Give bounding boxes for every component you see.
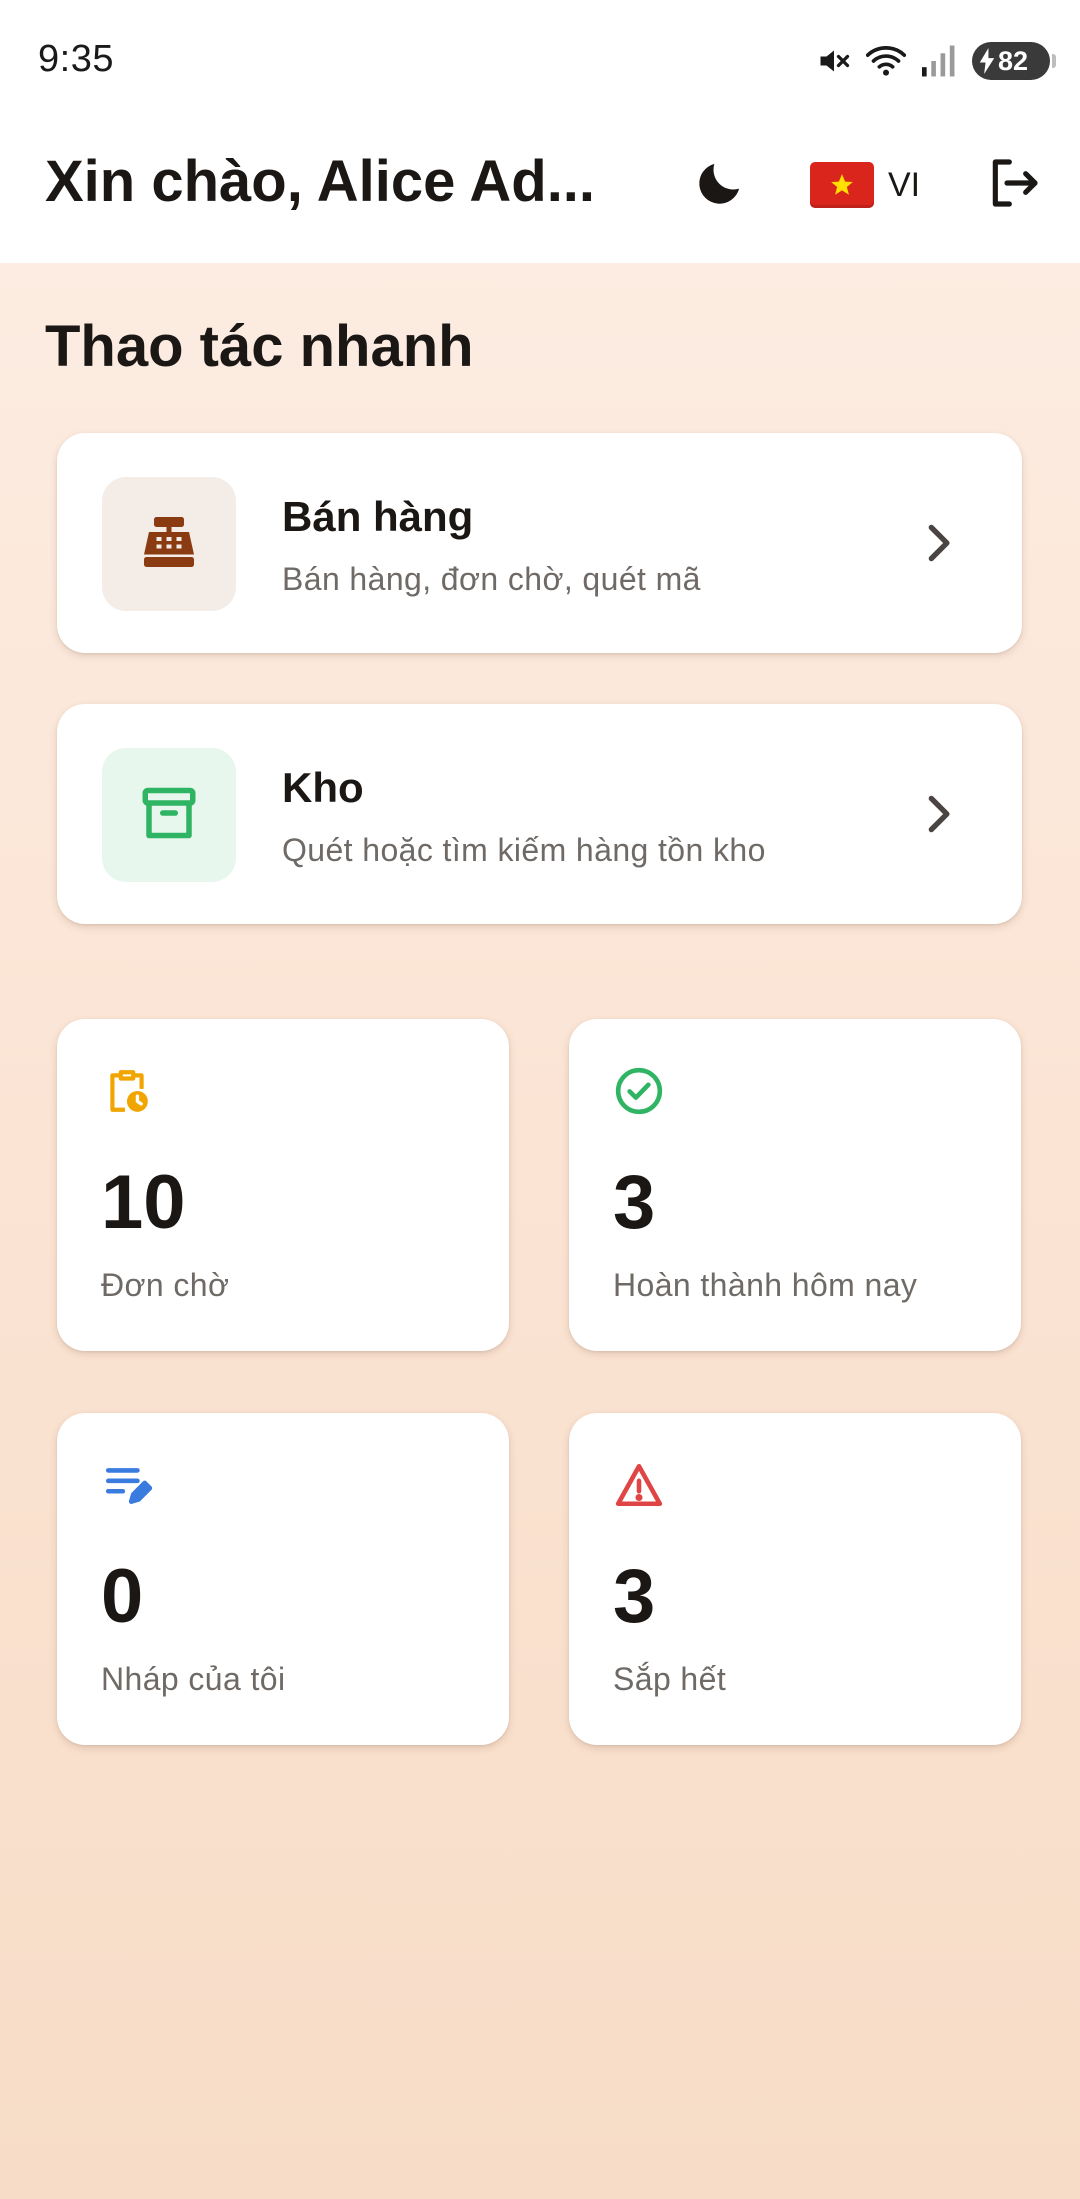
status-icons: 82 <box>816 38 1056 84</box>
stat-card-completed-today[interactable]: 3 Hoàn thành hôm nay <box>569 1019 1021 1351</box>
moon-icon <box>693 156 747 215</box>
stock-icon-box <box>102 748 236 882</box>
warning-icon <box>613 1459 665 1511</box>
stat-value: 3 <box>613 1160 656 1245</box>
stat-label: Hoàn thành hôm nay <box>613 1267 918 1303</box>
battery-level: 82 <box>998 45 1029 76</box>
stat-value: 0 <box>101 1554 144 1639</box>
sales-action-card[interactable]: Bán hàng Bán hàng, đơn chờ, quét mã <box>57 433 1022 653</box>
logout-button[interactable] <box>984 155 1044 215</box>
status-time: 9:35 <box>38 38 114 80</box>
stat-value: 10 <box>101 1160 186 1245</box>
wifi-icon <box>866 43 906 79</box>
theme-toggle-button[interactable] <box>690 155 750 215</box>
sales-title: Bán hàng <box>282 493 474 540</box>
stat-label: Sắp hết <box>613 1661 727 1697</box>
sales-icon-box <box>102 477 236 611</box>
stat-label: Đơn chờ <box>101 1267 230 1303</box>
language-code: VI <box>888 165 921 204</box>
cash-register-icon <box>139 512 199 577</box>
stat-card-my-drafts[interactable]: 0 Nháp của tôi <box>57 1413 509 1745</box>
status-bar: 9:35 82 <box>0 0 1080 120</box>
clipboard-clock-icon <box>101 1065 153 1117</box>
edit-note-icon <box>101 1459 153 1511</box>
quick-actions-title: Thao tác nhanh <box>45 314 474 379</box>
stat-card-pending-orders[interactable]: 10 Đơn chờ <box>57 1019 509 1351</box>
stat-card-low-stock[interactable]: 3 Sắp hết <box>569 1413 1021 1745</box>
check-circle-icon <box>613 1065 665 1117</box>
signal-icon <box>920 44 958 78</box>
logout-icon <box>986 155 1042 216</box>
stat-label: Nháp của tôi <box>101 1661 286 1697</box>
app-header: Xin chào, Alice Ad... VI <box>0 120 1080 263</box>
language-button[interactable]: VI <box>810 155 920 215</box>
stock-title: Kho <box>282 764 364 811</box>
greeting-title: Xin chào, Alice Ad... <box>45 149 596 214</box>
battery-charging-icon: 82 <box>972 42 1056 80</box>
chevron-right-icon <box>916 792 960 836</box>
archive-box-icon <box>139 783 199 848</box>
stock-subtitle: Quét hoặc tìm kiếm hàng tồn kho <box>282 832 766 868</box>
stat-value: 3 <box>613 1554 656 1639</box>
stock-action-card[interactable]: Kho Quét hoặc tìm kiếm hàng tồn kho <box>57 704 1022 924</box>
main-content: Thao tác nhanh Bán hàng Bán hàng, đơn ch… <box>0 263 1080 2199</box>
vietnam-flag-icon <box>810 162 874 208</box>
mute-icon <box>816 43 852 79</box>
sales-subtitle: Bán hàng, đơn chờ, quét mã <box>282 561 701 597</box>
chevron-right-icon <box>916 521 960 565</box>
